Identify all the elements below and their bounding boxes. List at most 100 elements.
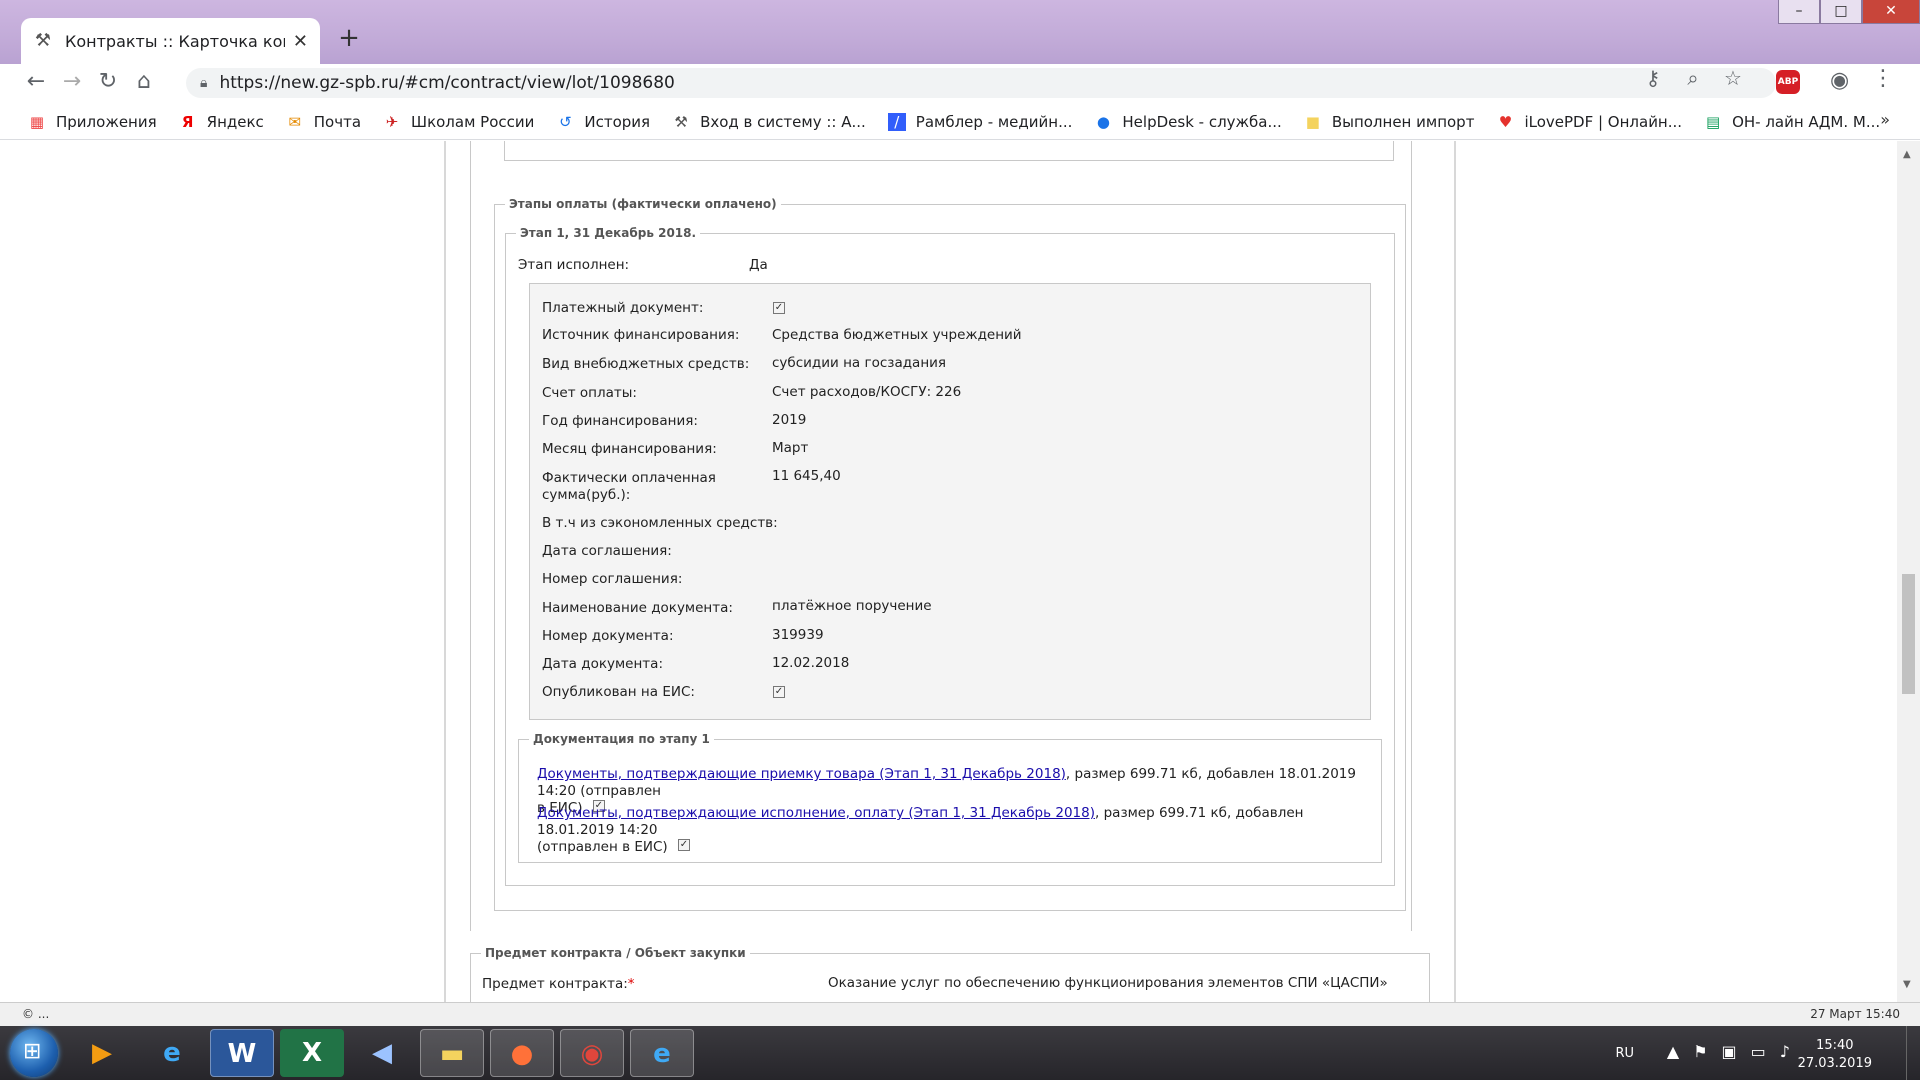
year-label: Год финансирования: <box>542 413 698 429</box>
close-window-button[interactable]: ✕ <box>1862 0 1920 24</box>
document-name-value: платёжное поручение <box>772 598 932 614</box>
bookmarks-more-icon[interactable]: » <box>1880 110 1890 129</box>
minimize-button[interactable]: – <box>1778 0 1820 24</box>
eis-published-checkbox[interactable]: ✓ <box>773 686 785 698</box>
taskbar-chrome[interactable]: ◉ <box>560 1029 624 1077</box>
bookmark-label: ОН- лайн АДМ. М... <box>1732 112 1881 131</box>
bookmarks-bar: ▦ Приложения Я Яндекс ✉ Почта ✈ Школам Росси… <box>0 104 1920 140</box>
forward-button[interactable]: → <box>54 64 90 100</box>
close-tab-icon[interactable]: ✕ <box>293 31 308 52</box>
month-value: Март <box>772 440 809 456</box>
clock[interactable]: 15:40 27.03.2019 <box>1798 1037 1872 1073</box>
document-number-label: Номер документа: <box>542 628 674 644</box>
taskbar-firefox[interactable]: ● <box>490 1029 554 1077</box>
kind-label: Вид внебюджетных средств: <box>542 356 750 372</box>
doc-link-acceptance[interactable]: Документы, подтверждающие приемку товара… <box>537 766 1066 782</box>
scrollbar-thumb[interactable] <box>1902 574 1915 694</box>
back-button[interactable]: ← <box>18 64 54 100</box>
language-indicator[interactable]: RU <box>1615 1046 1634 1061</box>
help-icon: ● <box>1096 112 1110 131</box>
menu-icon[interactable]: ⋮ <box>1872 66 1894 91</box>
windows-taskbar: ⊞ ▶ e W X ◀ ▬ ● ◉ e RU ▲ ⚑ ▣ ▭ ♪ 15:40 2… <box>0 1026 1920 1080</box>
start-button[interactable]: ⊞ <box>10 1029 58 1077</box>
bookmark-ilovepdf[interactable]: ♥ iLovePDF | Онлайн... <box>1496 113 1682 131</box>
document-number-value: 319939 <box>772 627 824 643</box>
taskbar-word[interactable]: W <box>210 1029 274 1077</box>
paid-value: 11 645,40 <box>772 468 841 484</box>
stage-legend: Этап 1, 31 Декабрь 2018. <box>520 226 697 240</box>
source-value: Средства бюджетных учреждений <box>772 327 1022 343</box>
tray-expand-icon[interactable]: ▲ <box>1667 1042 1679 1061</box>
agreement-number-label: Номер соглашения: <box>542 571 683 587</box>
paid-label-line1: Фактически оплаченная <box>542 470 716 486</box>
bookmark-label: Почта <box>313 112 362 131</box>
previous-section-end <box>504 141 1394 161</box>
document-date-value: 12.02.2018 <box>772 655 850 671</box>
new-tab-button[interactable]: + <box>334 24 364 54</box>
page-scrollbar[interactable]: ▲ ▼ <box>1897 141 1920 1002</box>
doc-link-payment[interactable]: Документы, подтверждающие исполнение, оп… <box>537 805 1095 821</box>
adblock-icon[interactable]: ABP <box>1776 70 1800 94</box>
month-label: Месяц финансирования: <box>542 441 717 457</box>
account-icon[interactable]: ◉ <box>1830 68 1849 93</box>
bookmark-apps[interactable]: ▦ Приложения <box>28 113 157 131</box>
reload-button[interactable]: ↻ <box>90 64 126 100</box>
bookmark-schools[interactable]: ✈ Школам России <box>383 112 535 131</box>
school-icon: ✈ <box>385 112 399 131</box>
tools-icon: ⚒ <box>674 112 688 131</box>
saved-label: В т.ч из сэкономленных средств: <box>542 515 778 531</box>
clock-time: 15:40 <box>1816 1038 1854 1053</box>
payment-doc-checkbox[interactable]: ✓ <box>773 302 785 314</box>
taskbar-ie-second[interactable]: e <box>630 1029 694 1077</box>
maximize-button[interactable]: □ <box>1820 0 1862 24</box>
history-icon: ↺ <box>559 112 572 131</box>
taskbar-excel[interactable]: X <box>280 1029 344 1077</box>
bookmark-label: История <box>584 112 651 131</box>
agreement-date-label: Дата соглашения: <box>542 543 672 559</box>
scroll-up-icon[interactable]: ▲ <box>1903 149 1911 160</box>
bookmark-history[interactable]: ↺ История <box>556 113 650 131</box>
monitor-icon[interactable]: ▭ <box>1751 1042 1766 1061</box>
taskbar-speaker[interactable]: ◀ <box>350 1029 414 1077</box>
taskbar-internet-explorer[interactable]: e <box>140 1029 204 1077</box>
key-icon[interactable]: ⚷ <box>1640 66 1666 90</box>
bookmark-rambler[interactable]: / Рамблер - медийн... <box>887 112 1072 131</box>
tools-icon: ⚒ <box>34 30 52 51</box>
address-bar[interactable]: 🔒︎ https://new.gz-spb.ru/#cm/contract/vi… <box>186 68 1776 98</box>
required-mark: * <box>627 976 635 992</box>
bookmark-adm[interactable]: ▤ ОН- лайн АДМ. М... <box>1704 113 1880 131</box>
heart-icon: ♥ <box>1498 112 1513 131</box>
payment-details-box <box>529 283 1371 720</box>
bookmark-label: Вход в систему :: А... <box>700 112 866 131</box>
browser-tab-active[interactable]: ⚒ Контракты :: Карточка контракт ✕ <box>21 18 320 64</box>
bookmark-label: Школам России <box>411 112 535 131</box>
doc-eis-checkbox[interactable]: ✓ <box>677 839 690 851</box>
status-right: 27 Март 15:40 <box>1810 1007 1900 1021</box>
subject-label-text: Предмет контракта: <box>482 976 628 992</box>
volume-icon[interactable]: ♪ <box>1780 1042 1790 1061</box>
tab-title: Контракты :: Карточка контракт <box>65 31 285 51</box>
bookmark-import[interactable]: ■ Выполнен импорт <box>1304 113 1475 131</box>
page-status-bar: © ... 27 Март 15:40 <box>0 1002 1920 1026</box>
scroll-down-icon[interactable]: ▼ <box>1903 979 1911 990</box>
stage-docs-legend: Документация по этапу 1 <box>533 732 710 746</box>
subject-legend: Предмет контракта / Объект закупки <box>485 946 746 960</box>
taskbar-media-player[interactable]: ▶ <box>70 1029 134 1077</box>
bookmark-helpdesk[interactable]: ● HelpDesk - служба... <box>1094 112 1282 131</box>
network-icon[interactable]: ▣ <box>1722 1042 1737 1061</box>
bookmark-mail[interactable]: ✉ Почта <box>286 113 361 131</box>
document-date-label: Дата документа: <box>542 656 663 672</box>
bookmark-login[interactable]: ⚒ Вход в систему :: А... <box>672 112 866 131</box>
browser-titlebar: ⚒ Контракты :: Карточка контракт ✕ + – □… <box>0 0 1920 64</box>
zoom-icon[interactable]: ⌕ <box>1680 66 1706 90</box>
star-icon[interactable]: ☆ <box>1720 66 1746 90</box>
show-desktop-button[interactable] <box>1906 1026 1920 1080</box>
lock-icon: 🔒︎ <box>200 75 208 91</box>
doc-meta-tail: (отправлен в ЕИС) <box>537 839 668 855</box>
account-label: Счет оплаты: <box>542 385 637 401</box>
bookmark-yandex[interactable]: Я Яндекс <box>179 113 264 131</box>
flag-icon[interactable]: ⚑ <box>1693 1042 1707 1061</box>
stage-done-label: Этап исполнен: <box>518 257 630 273</box>
home-button[interactable]: ⌂ <box>126 64 162 100</box>
taskbar-explorer[interactable]: ▬ <box>420 1029 484 1077</box>
